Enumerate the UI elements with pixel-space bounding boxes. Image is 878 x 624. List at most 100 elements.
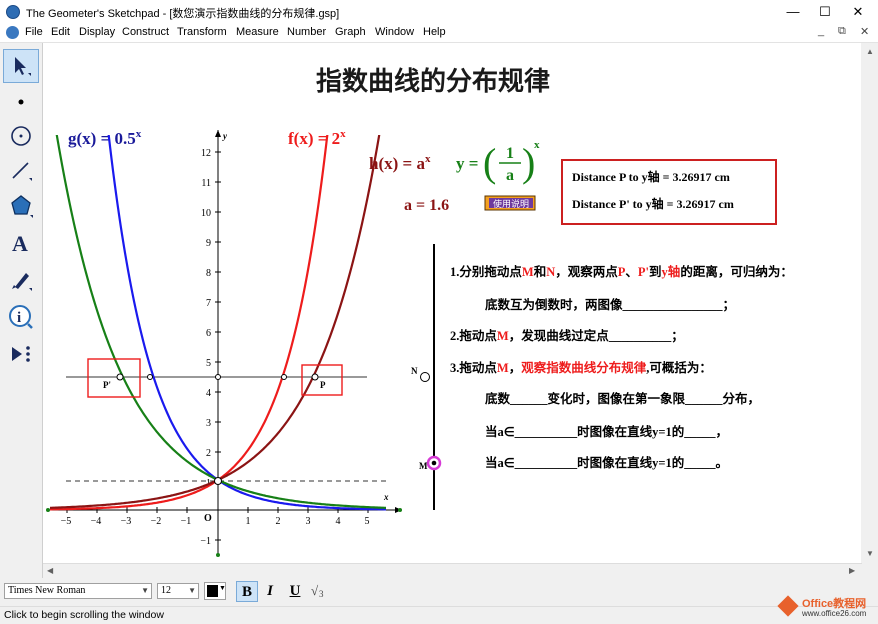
svg-text:11: 11 [201,178,211,189]
polygon-tool[interactable] [3,189,39,223]
watermark-logo: Office教程网 www.office26.com [777,595,878,621]
menu-window[interactable]: Window [375,26,414,38]
svg-text:2: 2 [206,448,211,459]
svg-text:6: 6 [206,328,211,339]
y-axis-label: y [222,131,228,141]
marker-tool[interactable] [3,263,39,297]
curve-f[interactable] [50,92,332,511]
svg-text:−1: −1 [181,516,192,527]
svg-text:4: 4 [336,516,341,527]
vertical-scrollbar[interactable]: ▲ ▼ [862,43,878,563]
custom-tools-icon [12,346,30,362]
usage-instructions-button[interactable]: 使用说明 [484,195,536,211]
text-color-button[interactable]: ▼ [204,582,226,600]
svg-text:9: 9 [206,238,211,249]
sketchpad-app-icon[interactable] [6,5,20,19]
menu-measure[interactable]: Measure [236,26,279,38]
sketch-canvas[interactable]: 指数曲线的分布规律 g(x) = 0.5x f(x) = 2x x y O −5… [43,43,861,563]
p-prime-box [87,358,141,398]
horizontal-scrollbar[interactable]: ◀ ▶ [43,563,862,579]
color-swatch [207,585,218,597]
svg-text:3: 3 [206,418,211,429]
straightedge-tool[interactable] [3,153,39,187]
menu-graph[interactable]: Graph [335,26,366,38]
svg-text:−4: −4 [91,516,102,527]
scroll-right-icon[interactable]: ▶ [849,566,855,575]
svg-text:8: 8 [206,268,211,279]
doc-minimize-button[interactable]: _ [818,25,824,37]
slider-point-n[interactable] [420,372,430,382]
parameter-slider[interactable]: N M [411,244,442,510]
curve-g[interactable] [104,92,386,511]
svg-text:3: 3 [306,516,311,527]
instruction-line-4: 3.拖动点M，观察指数曲线分布规律,可概括为： [450,360,712,375]
bold-button[interactable]: B [236,581,258,602]
italic-button[interactable]: I [259,581,281,602]
polygon-icon [11,195,33,218]
intersection-points[interactable] [147,374,287,485]
math-format-button[interactable]: √ 3 [308,581,330,602]
instruction-line-3: 2.拖动点M，发现曲线过定点__________； [450,328,684,343]
menu-display[interactable]: Display [79,26,115,38]
menu-number[interactable]: Number [287,26,326,38]
origin-label: O [204,513,212,524]
chevron-down-icon: ▼ [188,586,196,595]
toolbox: A i [0,43,43,578]
text-tool[interactable]: A [3,226,39,260]
line-icon [12,162,32,181]
point-p-prime[interactable] [116,373,124,381]
scroll-down-icon[interactable]: ▼ [866,549,874,558]
scroll-up-icon[interactable]: ▲ [866,47,874,56]
font-size-value: 12 [161,585,171,596]
menu-edit[interactable]: Edit [51,26,70,38]
point-p[interactable] [311,373,319,381]
svg-text:y =: y = [456,154,478,173]
reciprocal-function-label: y = ( 1 a ) x [456,139,540,185]
point-tool[interactable] [3,85,39,119]
svg-text:12: 12 [201,148,211,159]
slider-point-n-label: N [411,366,418,376]
underline-button[interactable]: U [284,581,306,602]
math-format-icon: √ 3 [311,583,324,599]
arrow-icon [15,57,31,76]
window-title: The Geometer's Sketchpad - [数您演示指数曲线的分布规… [26,8,340,20]
point-p-label: P [320,380,326,390]
doc-close-button[interactable]: ✕ [860,25,869,38]
instruction-line-6: 当a∈__________时图像在直线y=1的_____， [485,424,728,439]
parameter-a-value[interactable]: a = 1.6 [404,197,449,214]
svg-text:−5: −5 [61,516,72,527]
sketch-heading: 指数曲线的分布规律 [316,66,550,96]
menu-transform[interactable]: Transform [177,26,227,38]
close-button[interactable]: ✕ [841,0,875,24]
distance-p-measure[interactable]: Distance P to y轴 = 3.26917 cm [572,169,730,184]
svg-text:10: 10 [201,208,211,219]
document-icon[interactable] [6,26,19,39]
x-tick-labels: −5 −4 −3 −2 −1 1 2 3 4 5 [61,516,370,527]
sketch-svg[interactable]: 指数曲线的分布规律 g(x) = 0.5x f(x) = 2x x y O −5… [43,43,861,563]
custom-tool[interactable] [3,337,39,371]
f-function-label: f(x) = 2x [288,128,346,148]
svg-text:−3: −3 [121,516,132,527]
menu-help[interactable]: Help [423,26,446,38]
scroll-left-icon[interactable]: ◀ [47,566,53,575]
arrow-select-tool[interactable] [3,49,39,83]
menu-file[interactable]: File [25,26,43,38]
info-icon: i [9,305,33,329]
font-family-select[interactable]: Times New Roman ▼ [4,583,152,599]
svg-text:√: √ [311,583,319,598]
font-family-value: Times New Roman [8,585,86,596]
compass-tool[interactable] [3,119,39,153]
font-size-select[interactable]: 12 ▼ [157,583,199,599]
doc-restore-button[interactable]: ⧉ [838,25,846,38]
svg-text:i: i [17,310,21,326]
information-tool[interactable]: i [3,300,39,334]
distance-p-prime-measure[interactable]: Distance P' to y轴 = 3.26917 cm [572,196,734,211]
h-function-label: h(x) = ax [369,153,431,173]
menu-construct[interactable]: Construct [122,26,169,38]
svg-text:1: 1 [506,145,514,162]
y-axis [215,130,221,557]
svg-text:−2: −2 [151,516,162,527]
maximize-button[interactable]: ☐ [808,0,842,24]
minimize-button[interactable]: — [776,0,810,24]
svg-text:3: 3 [319,589,324,599]
